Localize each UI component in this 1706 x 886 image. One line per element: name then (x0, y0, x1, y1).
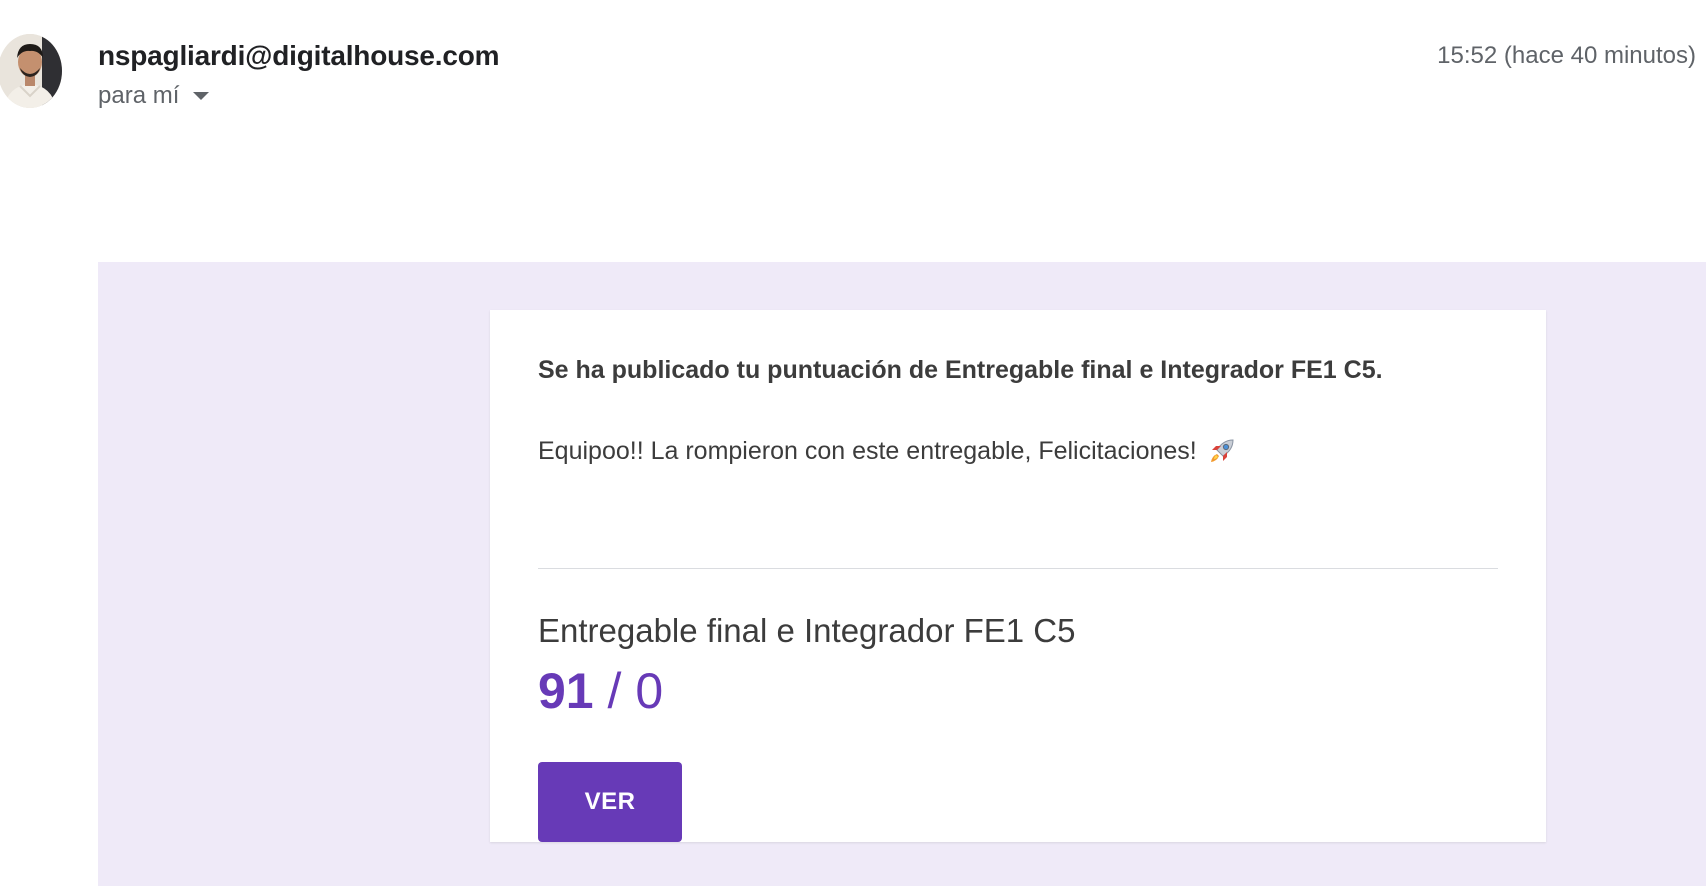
recipient-dropdown[interactable]: para mí (98, 82, 210, 110)
recipient-label: para mí (98, 82, 180, 109)
view-button-label: VER (584, 788, 636, 815)
message-timestamp: 15:52 (hace 40 minutos) (1437, 42, 1696, 69)
assignment-title: Entregable final e Integrador FE1 C5 (538, 612, 1076, 649)
score-separator: / (593, 663, 636, 719)
avatar-photo-icon (0, 34, 62, 108)
section-divider (538, 568, 1498, 569)
sender-avatar[interactable] (0, 34, 62, 108)
score-obtained: 91 (538, 663, 594, 719)
score: 91 / 0 (538, 662, 663, 720)
grade-notification-card: Se ha publicado tu puntuación de Entrega… (490, 310, 1546, 842)
view-button[interactable]: VER (538, 762, 682, 842)
notification-headline: Se ha publicado tu puntuación de Entrega… (538, 356, 1383, 384)
email-view: nspagliardi@digitalhouse.com para mí 15:… (0, 0, 1706, 886)
teacher-message: Equipoo!! La rompieron con este entregab… (538, 436, 1237, 466)
sender-email: nspagliardi@digitalhouse.com (98, 40, 500, 71)
chevron-down-icon[interactable] (193, 92, 210, 100)
teacher-message-text: Equipoo!! La rompieron con este entregab… (538, 436, 1197, 465)
email-body: Se ha publicado tu puntuación de Entrega… (98, 262, 1706, 886)
score-total: 0 (635, 663, 664, 719)
rocket-icon (1207, 436, 1237, 466)
